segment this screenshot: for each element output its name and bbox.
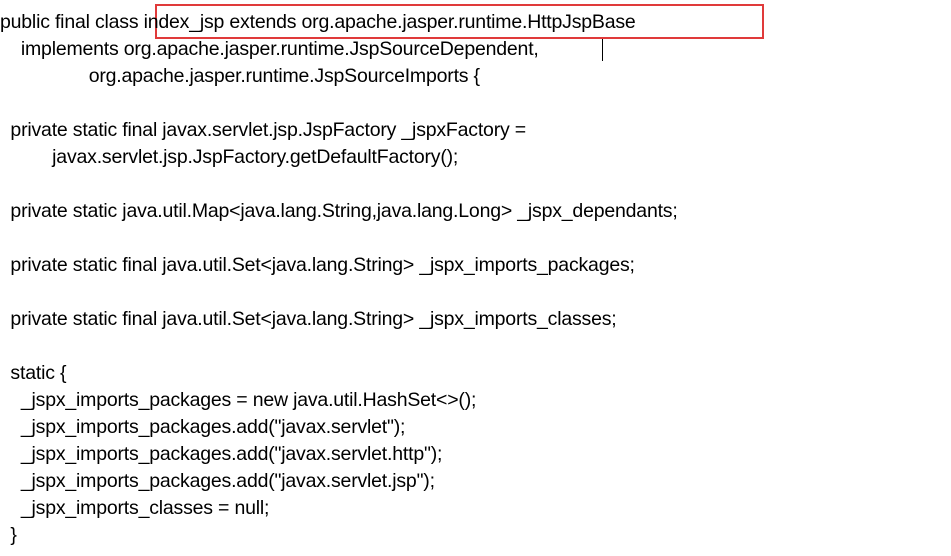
code-line: org.apache.jasper.runtime.JspSourceImpor… bbox=[0, 65, 480, 87]
code-document: public final class index_jsp extends org… bbox=[0, 0, 951, 556]
code-line: _jspx_imports_packages = new java.util.H… bbox=[0, 389, 477, 411]
text-cursor bbox=[602, 39, 603, 61]
code-line: static { bbox=[0, 362, 67, 384]
code-line: _jspx_imports_packages.add("javax.servle… bbox=[0, 443, 443, 465]
code-line: _jspx_imports_packages.add("javax.servle… bbox=[0, 416, 406, 438]
code-line: _jspx_imports_packages.add("javax.servle… bbox=[0, 470, 435, 492]
code-line: private static final javax.servlet.jsp.J… bbox=[0, 119, 526, 141]
code-line: } bbox=[0, 524, 17, 546]
code-line: private static java.util.Map<java.lang.S… bbox=[0, 200, 678, 222]
code-line: _jspx_imports_classes = null; bbox=[0, 497, 270, 519]
code-line: public final class index_jsp extends org… bbox=[0, 11, 636, 33]
code-line: implements org.apache.jasper.runtime.Jsp… bbox=[0, 38, 539, 60]
code-line: private static final java.util.Set<java.… bbox=[0, 254, 635, 276]
code-line: private static final java.util.Set<java.… bbox=[0, 308, 617, 330]
code-line: javax.servlet.jsp.JspFactory.getDefaultF… bbox=[0, 146, 459, 168]
